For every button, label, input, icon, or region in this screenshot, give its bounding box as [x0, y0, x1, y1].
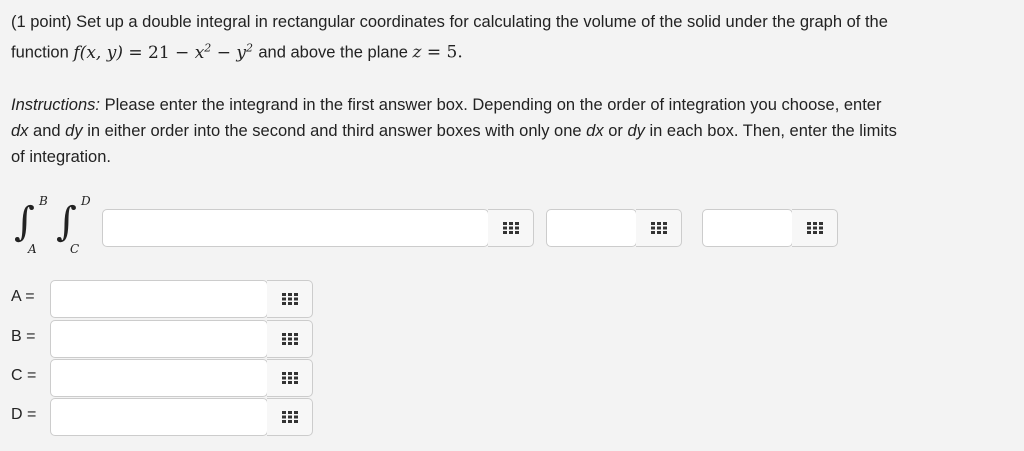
plane-formula: z = 5. [412, 42, 463, 63]
function-word: function [11, 43, 69, 62]
instructions-prefix: Instructions: [11, 96, 100, 114]
equation-palette-icon [281, 293, 298, 305]
function-formula: f(x, y) = 21 − x2 − y2 [73, 41, 253, 63]
limit-label-d: D = [11, 406, 37, 423]
equation-palette-icon [281, 333, 298, 345]
equation-palette-icon [281, 372, 298, 384]
limit-d-palette-button[interactable] [267, 398, 313, 436]
outer-lower-limit: A [28, 242, 37, 256]
limit-c-field[interactable] [50, 359, 268, 397]
and-above-text: and above the plane [258, 43, 408, 62]
limit-b-palette-button[interactable] [267, 320, 313, 358]
integrand-input[interactable] [103, 210, 488, 246]
equation-palette-icon [806, 222, 823, 234]
differential1-palette-button[interactable] [636, 209, 682, 247]
limit-b-field[interactable] [50, 320, 268, 358]
problem-text: Set up a double integral in rectangular … [76, 13, 888, 31]
limit-label-c: C = [11, 367, 37, 384]
limit-label-a: A = [11, 288, 35, 305]
integrand-field[interactable] [102, 209, 489, 247]
limit-d-input[interactable] [51, 399, 267, 435]
differential2-input[interactable] [703, 210, 792, 246]
differential2-palette-button[interactable] [792, 209, 838, 247]
double-integral: ∫ B A ∫ D C [14, 194, 100, 258]
limit-c-input[interactable] [51, 360, 267, 396]
differential1-input[interactable] [547, 210, 636, 246]
equation-palette-icon [650, 222, 667, 234]
instructions: Instructions: Please enter the integrand… [11, 96, 897, 166]
differential1-field[interactable] [546, 209, 637, 247]
outer-upper-limit: B [39, 194, 48, 208]
limit-a-field[interactable] [50, 280, 268, 318]
limit-a-palette-button[interactable] [267, 280, 313, 318]
integrand-palette-button[interactable] [488, 209, 534, 247]
outer-integral-sign: ∫ [14, 199, 35, 245]
inner-upper-limit: D [81, 194, 91, 208]
limit-d-field[interactable] [50, 398, 268, 436]
problem-statement: (1 point) Set up a double integral in re… [11, 9, 1011, 66]
equation-palette-icon [502, 222, 519, 234]
inner-integral-sign: ∫ [56, 199, 77, 245]
points-label: (1 point) [11, 13, 72, 31]
equation-palette-icon [281, 411, 298, 423]
inner-lower-limit: C [70, 242, 80, 256]
limit-c-palette-button[interactable] [267, 359, 313, 397]
limit-label-b: B = [11, 328, 36, 345]
limit-b-input[interactable] [51, 321, 267, 357]
differential2-field[interactable] [702, 209, 793, 247]
limit-a-input[interactable] [51, 281, 267, 317]
